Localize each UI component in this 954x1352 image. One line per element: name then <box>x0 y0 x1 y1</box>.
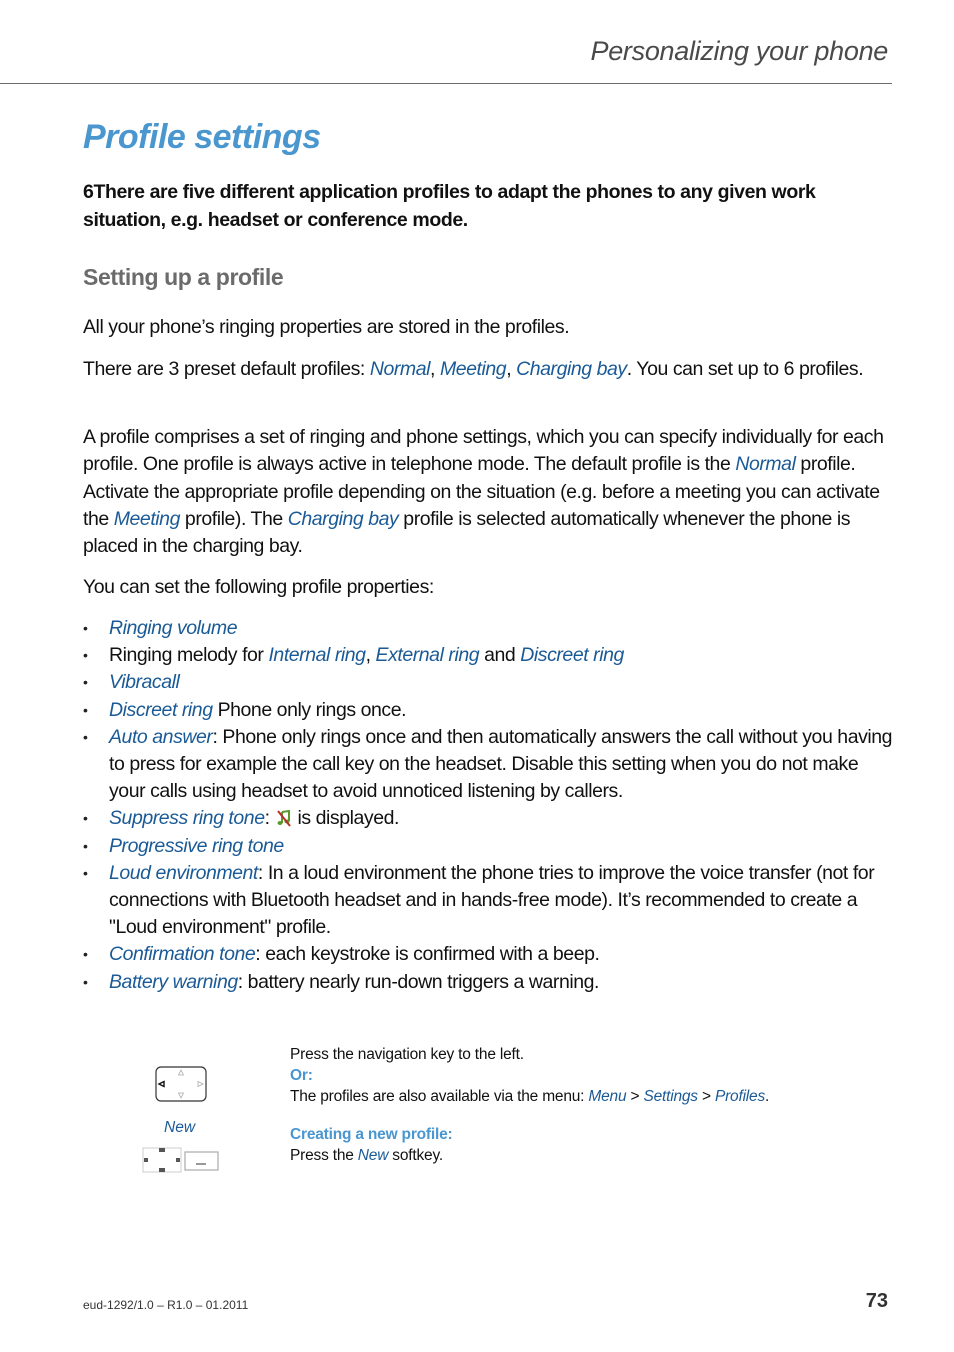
text: Ringing melody for <box>109 644 269 667</box>
ref-charging-bay: Charging bay <box>287 507 399 530</box>
navigation-key-left-icon <box>155 1066 207 1102</box>
text: is displayed. <box>292 807 399 830</box>
ref-internal-ring: Internal ring <box>268 644 366 667</box>
ref-discreet-ring: Discreet ring <box>520 644 624 667</box>
ref-auto-answer: Auto answer <box>109 725 213 748</box>
ref-loud-environment: Loud environment <box>109 861 258 884</box>
page-title: Profile settings <box>83 118 321 156</box>
menu-path-instruction: The profiles are also available via the … <box>290 1086 769 1107</box>
paragraph-profiles-stored: All your phone’s ringing properties are … <box>83 316 570 338</box>
text: : <box>264 807 275 830</box>
paragraph-profile-description: A profile comprises a set of ringing and… <box>83 424 893 560</box>
menu-path-menu: Menu <box>588 1088 627 1105</box>
softkey-icon <box>142 1147 219 1173</box>
text: : Phone only rings once and then automat… <box>109 725 893 803</box>
list-item-ringing-melody: • Ringing melody for Internal ring, Exte… <box>83 642 893 669</box>
list-item-progressive-ring-tone: • Progressive ring tone <box>83 833 893 860</box>
list-item-suppress-ring-tone: • Suppress ring tone: is displayed. <box>83 805 893 832</box>
bullet: • <box>83 864 88 881</box>
paragraph-preset-profiles: There are 3 preset default profiles: Nor… <box>83 356 873 383</box>
or-label: Or: <box>290 1067 313 1084</box>
ref-normal: Normal <box>369 358 431 380</box>
section-title: Setting up a profile <box>83 264 284 290</box>
text: . You can set up to 6 profiles. <box>626 358 864 380</box>
list-item-confirmation-tone: • Confirmation tone: each keystroke is c… <box>83 941 893 968</box>
bullet: • <box>83 837 88 854</box>
bullet: • <box>83 810 88 827</box>
text: , <box>506 358 517 380</box>
list-item-ringing-volume: • Ringing volume <box>83 615 893 642</box>
menu-path-settings: Settings <box>643 1088 698 1105</box>
separator: > <box>626 1088 644 1105</box>
bullet: • <box>83 946 88 963</box>
ref-vibracall: Vibracall <box>109 671 180 694</box>
header-divider <box>0 83 892 84</box>
list-item-discreet-ring: • Discreet ring Phone only rings once. <box>83 697 893 724</box>
profile-properties-list: • Ringing volume • Ringing melody for In… <box>83 615 893 996</box>
ref-ringing-volume: Ringing volume <box>109 617 238 639</box>
ringtone-off-icon <box>276 810 291 828</box>
text: and <box>479 644 521 667</box>
text: : each keystroke is confirmed with a bee… <box>255 943 600 966</box>
press-new-softkey-instruction: Press the New softkey. <box>290 1145 443 1166</box>
bullet: • <box>83 973 88 990</box>
text: Phone only rings once. <box>212 698 407 721</box>
ref-suppress-ring-tone: Suppress ring tone <box>109 807 265 830</box>
ref-external-ring: External ring <box>375 644 480 667</box>
ref-progressive-ring-tone: Progressive ring tone <box>109 834 284 857</box>
ref-battery-warning: Battery warning <box>109 970 238 993</box>
text: , <box>365 644 376 667</box>
softkey-label-new: New <box>164 1119 196 1136</box>
bullet: • <box>83 701 88 718</box>
text: Press the <box>290 1147 358 1164</box>
text: There are 3 preset default profiles: <box>83 358 370 380</box>
ref-meeting: Meeting <box>439 358 507 380</box>
bullet: • <box>83 674 88 691</box>
ref-new-softkey: New <box>357 1147 389 1164</box>
text: . <box>765 1088 770 1105</box>
intro-paragraph: 6There are five different application pr… <box>83 181 816 231</box>
list-item-vibracall: • Vibracall <box>83 669 893 696</box>
bullet: • <box>83 647 88 664</box>
ref-meeting: Meeting <box>113 507 181 530</box>
ref-normal: Normal <box>735 453 796 476</box>
separator: > <box>697 1088 715 1105</box>
chapter-title: Personalizing your phone <box>590 36 889 66</box>
text: softkey. <box>388 1147 443 1164</box>
text: , <box>430 358 440 380</box>
ref-discreet-ring: Discreet ring <box>109 698 213 721</box>
page-number: 73 <box>865 1290 888 1312</box>
list-item-loud-environment: • Loud environment: In a loud environmen… <box>83 860 893 942</box>
step-navigation-instruction: Press the navigation key to the left. <box>290 1046 524 1063</box>
ref-charging-bay: Charging bay <box>516 358 627 380</box>
text: profile). The <box>179 507 288 530</box>
paragraph-properties-intro: You can set the following profile proper… <box>83 576 434 598</box>
ref-confirmation-tone: Confirmation tone <box>109 943 256 966</box>
bullet: • <box>83 620 88 636</box>
text: The profiles are also available via the … <box>290 1088 589 1105</box>
document-id: eud-1292/1.0 – R1.0 – 01.2011 <box>83 1298 249 1312</box>
create-profile-heading: Creating a new profile: <box>290 1126 453 1143</box>
bullet: • <box>83 728 88 745</box>
menu-path-profiles: Profiles <box>714 1088 766 1105</box>
list-item-battery-warning: • Battery warning: battery nearly run-do… <box>83 969 893 996</box>
text: : battery nearly run-down triggers a war… <box>237 970 600 993</box>
list-item-auto-answer: • Auto answer: Phone only rings once and… <box>83 724 893 806</box>
